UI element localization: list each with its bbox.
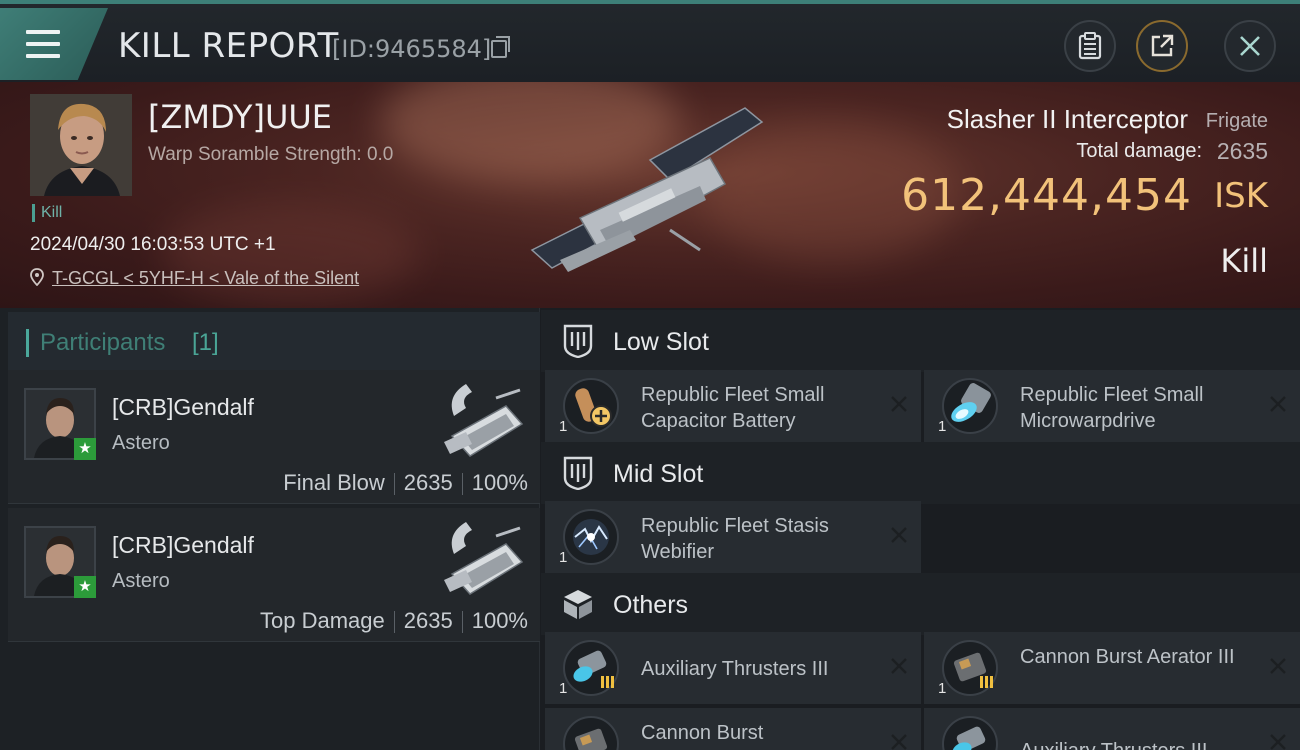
auxiliary-thrusters-icon <box>942 716 998 750</box>
module-name: Republic Fleet Stasis Webifier <box>641 515 829 563</box>
portrait-image <box>30 94 132 196</box>
divider <box>461 473 463 496</box>
location-pin-icon <box>30 268 44 286</box>
kill-banner: [ZMDY]UUE Warp Soramble Strength: 0.0 Ki… <box>0 82 1300 308</box>
module-name: Auxiliary Thrusters III <box>1020 738 1258 750</box>
page-title: KILL REPORT <box>118 26 339 66</box>
participant-row[interactable]: ★ [CRB]Gendalf Astero Top Damage 2635 100% <box>8 508 540 642</box>
module-item[interactable]: Cannon Burst <box>545 708 921 750</box>
microwarpdrive-icon <box>942 378 998 434</box>
total-damage-label: Total damage: <box>1076 140 1202 162</box>
remove-icon[interactable] <box>889 656 909 676</box>
star-badge-icon: ★ <box>74 576 96 598</box>
module-name: Cannon Burst <box>641 722 764 744</box>
kill-datetime: 2024/04/30 16:03:53 UTC +1 <box>30 234 276 255</box>
copy-icon[interactable] <box>491 36 510 58</box>
participant-ship: Astero <box>112 432 170 454</box>
participants-count: [1] <box>192 329 219 356</box>
cube-icon <box>564 590 592 619</box>
mid-slot-header: Mid Slot <box>541 442 1300 504</box>
clipboard-icon <box>1078 32 1102 60</box>
header-accent-bar <box>26 329 29 357</box>
module-quantity: 1 <box>938 418 947 435</box>
module-item[interactable]: 1 Republic Fleet Small Microwarpdrive <box>924 370 1300 442</box>
divider <box>393 473 395 496</box>
module-item[interactable]: 1 Auxiliary Thrusters III <box>545 632 921 704</box>
close-button[interactable] <box>1224 20 1276 72</box>
mid-slot-title: Mid Slot <box>613 460 704 488</box>
module-quantity: 1 <box>938 680 947 697</box>
ship-name[interactable]: Slasher II Interceptor <box>947 104 1188 135</box>
module-item[interactable]: 1 Republic Fleet Small Capacitor Battery <box>545 370 921 442</box>
low-slot-header: Low Slot <box>541 310 1300 372</box>
module-quantity: 1 <box>559 549 568 566</box>
cannon-burst-aerator-icon <box>942 640 998 696</box>
remove-icon[interactable] <box>1268 394 1288 414</box>
isk-value: 612,444,454 <box>901 170 1192 221</box>
clipboard-button[interactable] <box>1064 20 1116 72</box>
kill-tag: Kill <box>32 204 62 222</box>
module-item[interactable]: Auxiliary Thrusters III <box>924 708 1300 750</box>
participant-role: Top Damage <box>260 608 385 633</box>
cannon-burst-aerator-icon <box>563 716 619 750</box>
participant-row[interactable]: ★ [CRB]Gendalf Astero Final Blow 2635 100% <box>8 370 540 504</box>
participant-stats: Final Blow 2635 100% <box>283 470 528 496</box>
remove-icon[interactable] <box>889 525 909 545</box>
report-id: [ID:9465584] <box>332 35 492 63</box>
participant-percent: 100% <box>471 608 528 633</box>
shield-slot-icon <box>563 324 593 358</box>
participant-ship: Astero <box>112 570 170 592</box>
module-name: Republic Fleet Small Capacitor Battery <box>641 384 825 432</box>
participant-percent: 100% <box>471 470 528 495</box>
remove-icon[interactable] <box>889 394 909 414</box>
module-name: Republic Fleet Small Microwarpdrive <box>1020 384 1204 432</box>
low-slot-title: Low Slot <box>613 328 709 356</box>
fitting-panel: Low Slot 1 Republic Fleet Small Capacito… <box>541 308 1300 750</box>
participant-ship-icon[interactable] <box>436 376 528 466</box>
menu-button[interactable] <box>0 8 108 80</box>
ship-class: Frigate <box>1205 110 1268 132</box>
shield-slot-icon <box>563 456 593 490</box>
module-name: Cannon Burst Aerator III <box>1020 646 1235 668</box>
isk-unit: ISK <box>1214 176 1268 216</box>
participants-panel: Participants [1] ★ [CRB]Gendalf Astero F… <box>0 308 540 750</box>
remove-icon[interactable] <box>1268 656 1288 676</box>
capacitor-battery-icon <box>563 378 619 434</box>
participants-header: Participants [1] <box>8 312 540 372</box>
others-title: Others <box>613 591 689 619</box>
participant-ship-icon[interactable] <box>436 514 528 604</box>
location-link[interactable]: T-GCGL < 5YHF-H < Vale of the Silent <box>52 268 359 289</box>
module-item[interactable]: 1 Republic Fleet Stasis Webifier <box>545 501 921 573</box>
divider <box>461 611 463 634</box>
stasis-webifier-icon <box>563 509 619 565</box>
participant-name[interactable]: [CRB]Gendalf <box>112 394 254 421</box>
others-header: Others <box>541 573 1300 635</box>
participants-title: Participants <box>40 329 166 356</box>
remove-icon[interactable] <box>889 732 909 750</box>
module-quantity: 1 <box>559 418 568 435</box>
total-damage-value: 2635 <box>1216 138 1268 164</box>
remove-icon[interactable] <box>1268 732 1288 750</box>
participant-damage: 2635 <box>403 608 453 633</box>
share-icon <box>1151 34 1174 57</box>
module-quantity: 1 <box>559 680 568 697</box>
warp-scramble-strength: Warp Soramble Strength: 0.0 <box>148 144 394 165</box>
module-name: Auxiliary Thrusters III <box>641 658 829 680</box>
top-bar: KILL REPORT [ID:9465584] <box>0 0 1300 82</box>
ship-render[interactable] <box>520 100 780 290</box>
participant-damage: 2635 <box>403 470 453 495</box>
close-icon <box>1240 36 1260 56</box>
participant-stats: Top Damage 2635 100% <box>260 608 528 634</box>
participant-name[interactable]: [CRB]Gendalf <box>112 532 254 559</box>
hamburger-icon <box>26 30 60 58</box>
kill-result: Kill <box>1220 242 1268 280</box>
victim-avatar[interactable] <box>30 94 132 196</box>
auxiliary-thrusters-icon <box>563 640 619 696</box>
victim-name[interactable]: [ZMDY]UUE <box>148 98 332 136</box>
star-badge-icon: ★ <box>74 438 96 460</box>
participant-role: Final Blow <box>283 470 385 495</box>
share-button[interactable] <box>1136 20 1188 72</box>
divider <box>393 611 395 634</box>
module-item[interactable]: 1 Cannon Burst Aerator III <box>924 632 1300 704</box>
